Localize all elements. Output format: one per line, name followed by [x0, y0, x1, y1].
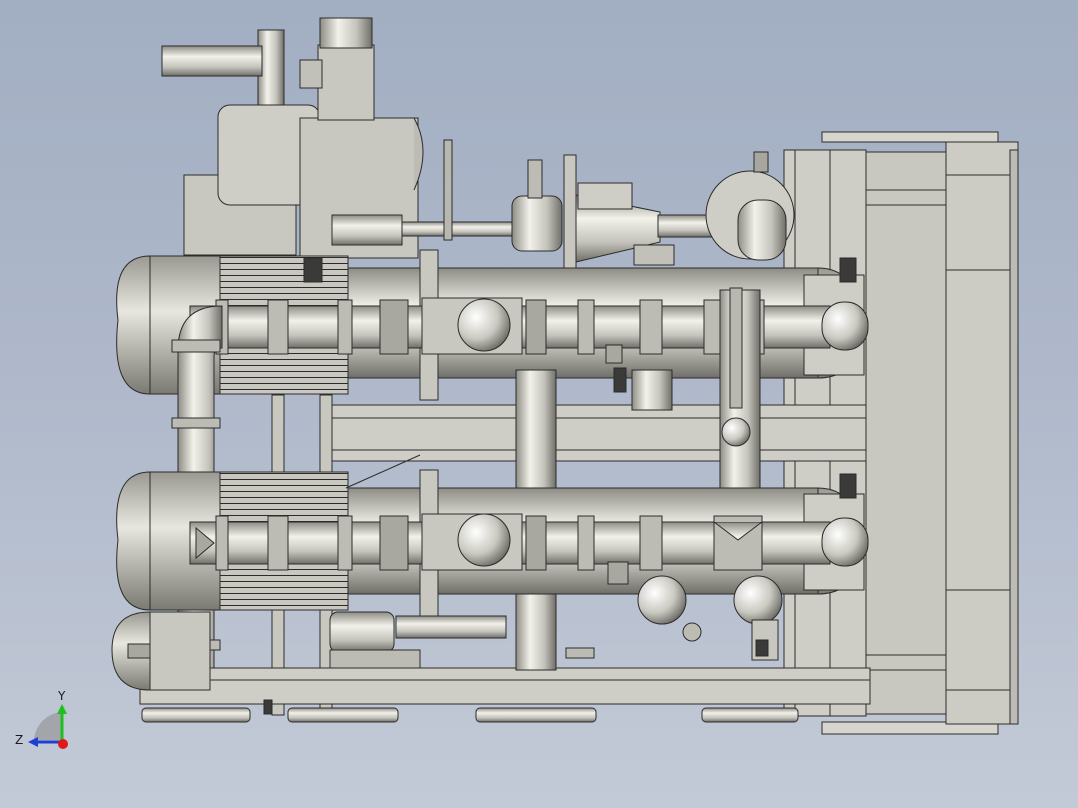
separator-cone — [511, 151, 795, 271]
upper-compressor-assembly — [161, 17, 523, 259]
cad-model-viewport[interactable] — [0, 0, 1078, 808]
